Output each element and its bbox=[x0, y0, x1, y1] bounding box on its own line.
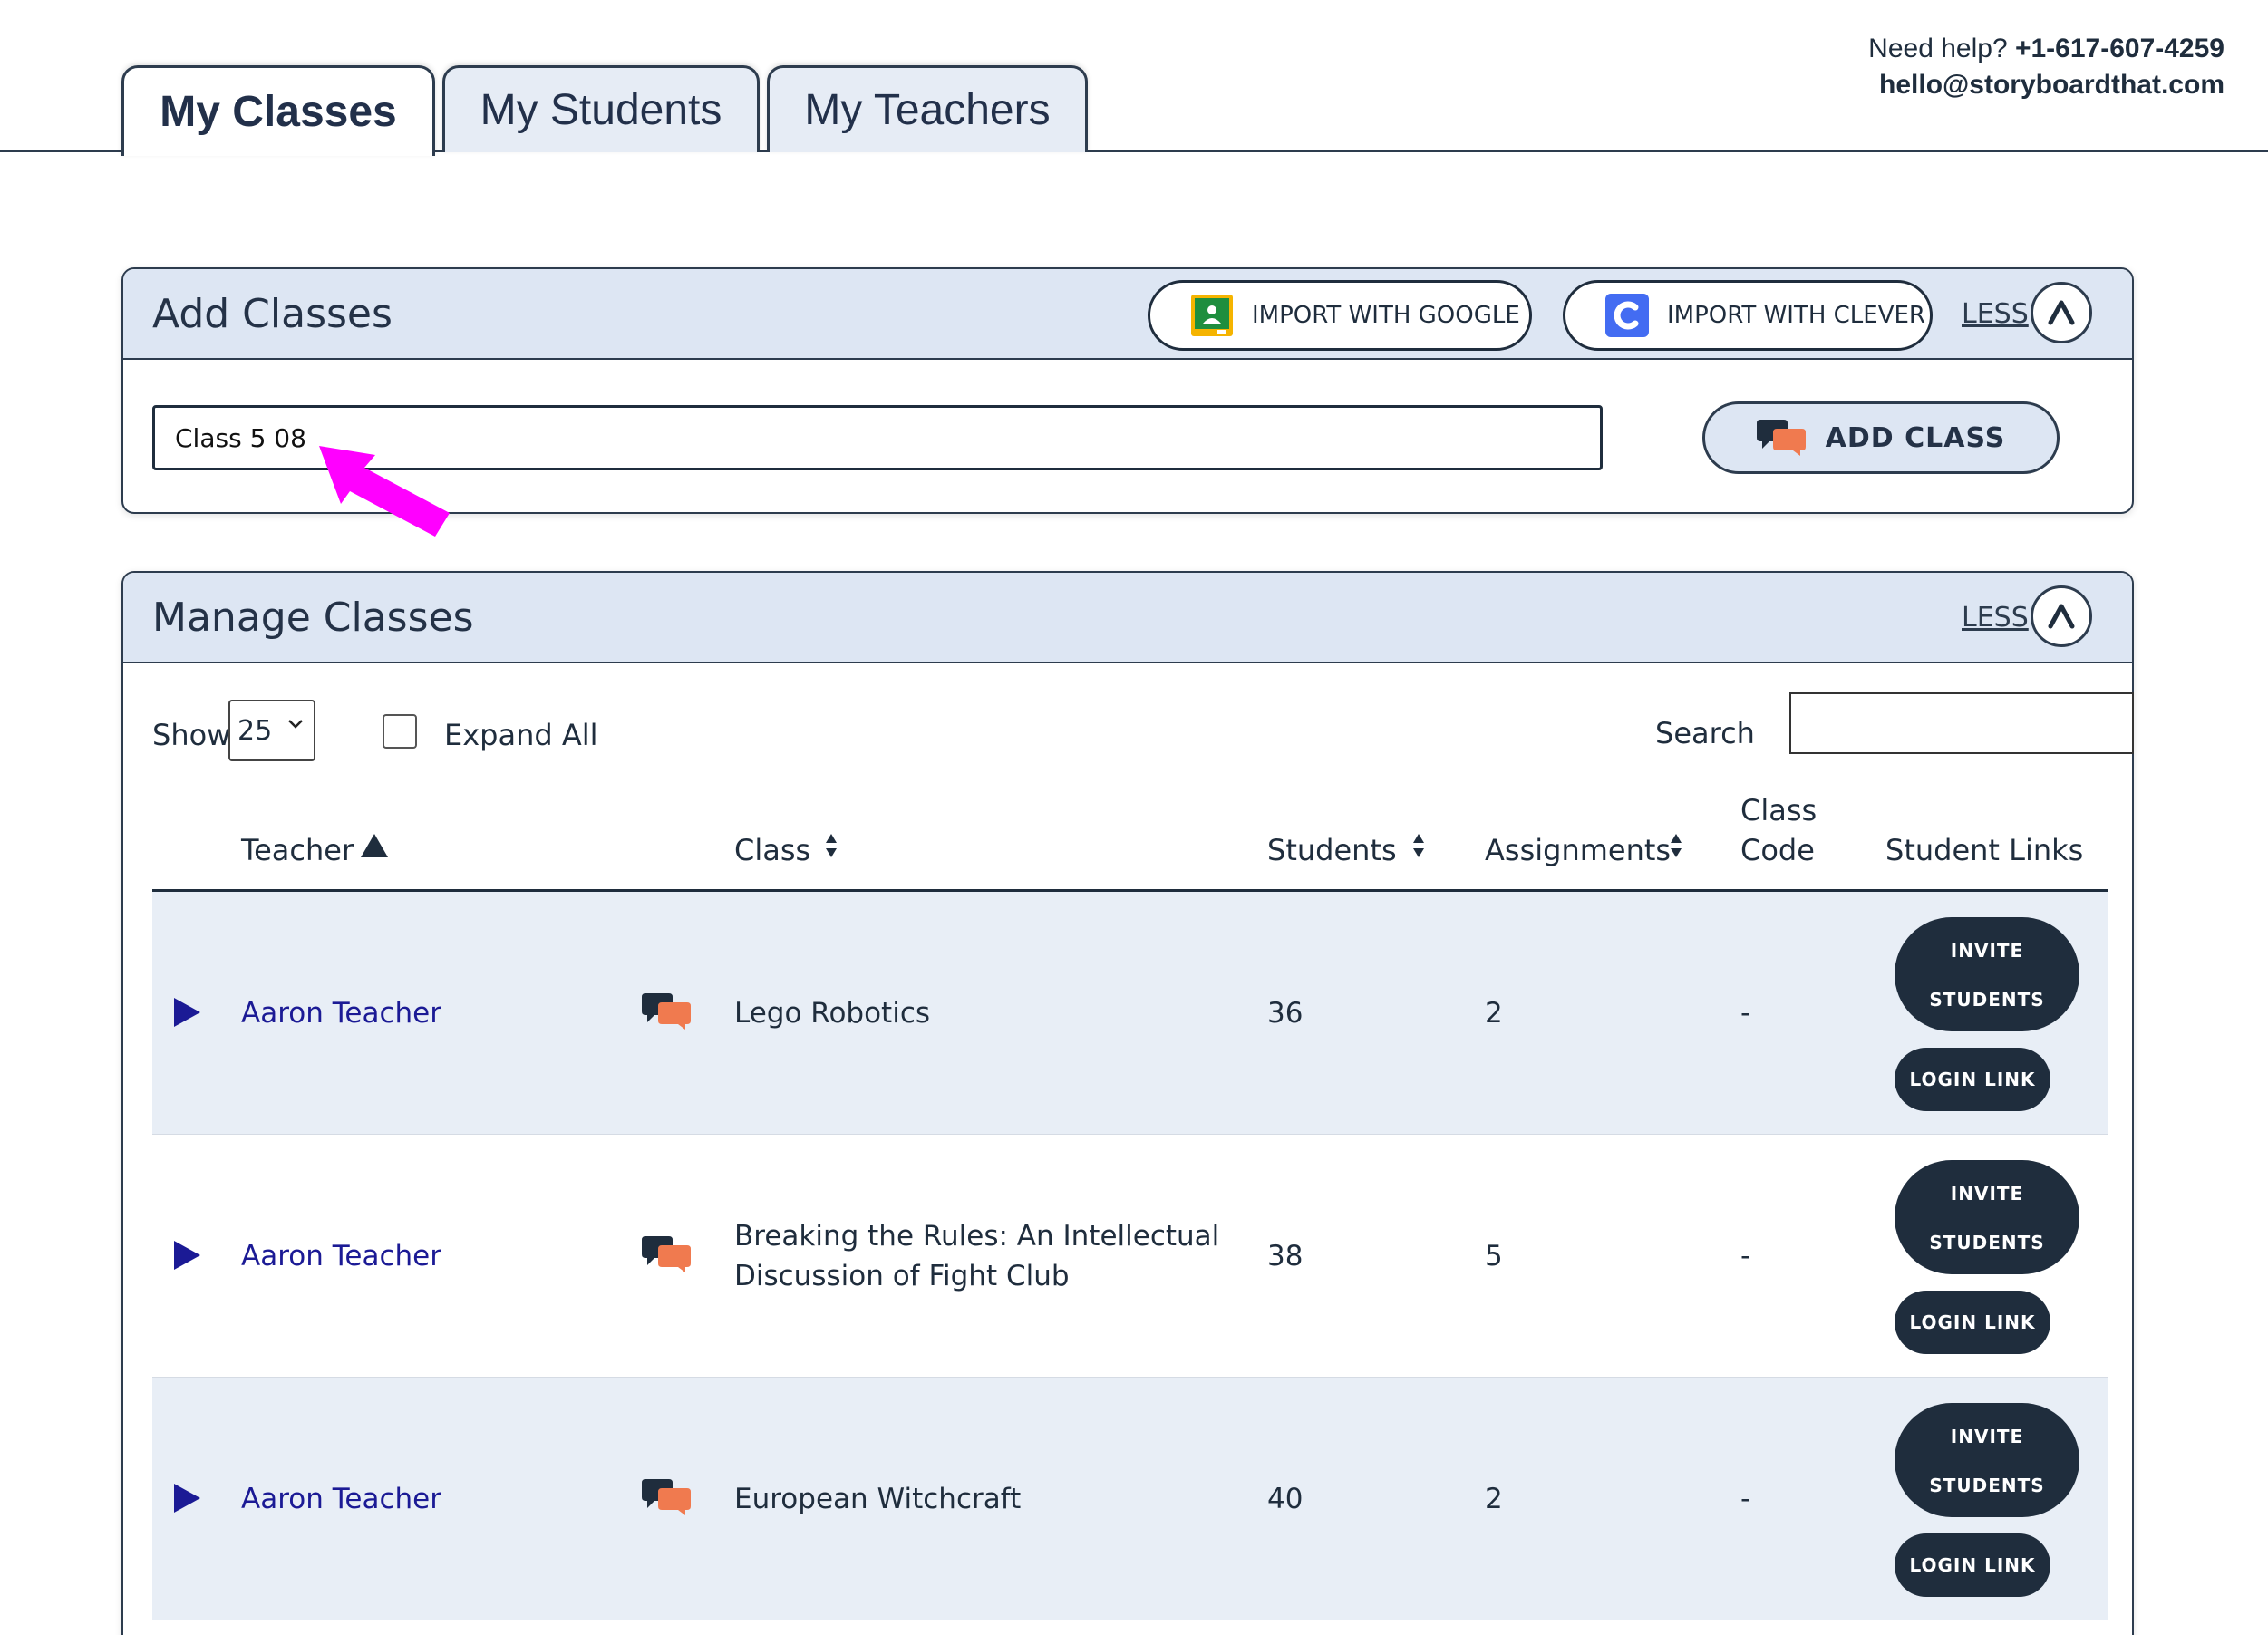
teacher-link[interactable]: Aaron Teacher bbox=[241, 1479, 441, 1519]
class-name: European Witchcraft bbox=[734, 1483, 1022, 1515]
triangle-right-icon[interactable] bbox=[172, 1483, 201, 1514]
import-google-label: IMPORT WITH GOOGLE bbox=[1252, 302, 1520, 329]
column-header-students[interactable]: Students bbox=[1267, 830, 1397, 870]
expand-all-label: Expand All bbox=[444, 718, 598, 752]
search-input[interactable] bbox=[1789, 692, 2134, 754]
table-header: Teacher Class Students Assignments Class… bbox=[152, 772, 2108, 892]
import-google-button[interactable]: IMPORT WITH GOOGLE bbox=[1148, 280, 1532, 351]
manage-classes-panel: Manage Classes LESS Show 25 Expand All S… bbox=[121, 571, 2134, 1635]
chevron-up-icon bbox=[2048, 604, 2075, 629]
class-code: - bbox=[1740, 997, 1751, 1030]
manage-classes-less-link[interactable]: LESS bbox=[1962, 602, 2029, 634]
sort-arrows-icon[interactable] bbox=[1410, 832, 1427, 859]
invite-label-line2: STUDENTS bbox=[1929, 989, 2045, 1011]
pointer-arrow-icon bbox=[319, 446, 450, 537]
chat-bubbles-icon[interactable] bbox=[642, 1234, 693, 1274]
invite-label-line2: STUDENTS bbox=[1929, 1475, 2045, 1496]
class-name: Lego Robotics bbox=[734, 997, 931, 1030]
login-link-button[interactable]: LOGIN LINK bbox=[1895, 1533, 2050, 1597]
teacher-link[interactable]: Aaron Teacher bbox=[241, 1236, 441, 1276]
tab-my-students[interactable]: My Students bbox=[442, 65, 760, 152]
table-controls: Show 25 Expand All Search bbox=[152, 691, 2134, 781]
add-classes-less-link[interactable]: LESS bbox=[1962, 298, 2029, 330]
column-header-student-links: Student Links bbox=[1885, 833, 2084, 867]
assignment-count: 5 bbox=[1485, 1240, 1503, 1272]
help-phone[interactable]: +1-617-607-4259 bbox=[2015, 34, 2224, 63]
student-count: 38 bbox=[1267, 1240, 1304, 1272]
assignment-count: 2 bbox=[1485, 997, 1503, 1030]
google-classroom-icon bbox=[1191, 295, 1233, 336]
search-label: Search bbox=[1655, 716, 1755, 750]
class-name-line1: Breaking the Rules: An Intellectual bbox=[734, 1220, 1220, 1253]
expand-all-checkbox[interactable] bbox=[383, 714, 417, 749]
column-header-class-code-line2: Code bbox=[1740, 833, 1815, 867]
class-name-line2: Discussion of Fight Club bbox=[734, 1260, 1070, 1292]
teacher-link[interactable]: Aaron Teacher bbox=[241, 993, 441, 1033]
login-link-button[interactable]: LOGIN LINK bbox=[1895, 1048, 2050, 1111]
show-entries-select[interactable]: 25 bbox=[228, 700, 315, 761]
invite-label-line1: INVITE bbox=[1950, 1183, 2024, 1204]
class-code: - bbox=[1740, 1483, 1751, 1515]
invite-label-line2: STUDENTS bbox=[1929, 1232, 2045, 1253]
help-contact: Need help? +1-617-607-4259 hello@storybo… bbox=[1868, 31, 2224, 103]
manage-classes-header: Manage Classes LESS bbox=[123, 573, 2132, 663]
sort-arrows-icon[interactable] bbox=[1668, 832, 1684, 859]
import-clever-label: IMPORT WITH CLEVER bbox=[1667, 302, 1925, 329]
manage-classes-collapse-button[interactable] bbox=[2031, 585, 2092, 647]
invite-students-button[interactable]: INVITE STUDENTS bbox=[1895, 917, 2079, 1031]
chat-bubbles-icon[interactable] bbox=[642, 992, 693, 1031]
chevron-down-icon bbox=[288, 720, 303, 729]
tab-my-teachers[interactable]: My Teachers bbox=[767, 65, 1088, 152]
chat-bubbles-icon bbox=[1756, 420, 1806, 456]
column-header-class[interactable]: Class bbox=[734, 830, 810, 870]
login-link-button[interactable]: LOGIN LINK bbox=[1895, 1291, 2050, 1354]
invite-students-button[interactable]: INVITE STUDENTS bbox=[1895, 1403, 2079, 1517]
add-classes-collapse-button[interactable] bbox=[2031, 282, 2092, 343]
tab-my-classes[interactable]: My Classes bbox=[121, 65, 435, 156]
triangle-right-icon[interactable] bbox=[172, 1240, 201, 1271]
add-class-label: ADD CLASS bbox=[1825, 421, 2006, 454]
invite-students-button[interactable]: INVITE STUDENTS bbox=[1895, 1160, 2079, 1274]
add-classes-header: Add Classes IMPORT WITH GOOGLE IMPORT WI… bbox=[123, 269, 2132, 360]
clever-icon bbox=[1605, 294, 1649, 337]
table-row: Aaron Teacher European Witchcraft 40 2 -… bbox=[152, 1378, 2108, 1620]
assignment-count: 2 bbox=[1485, 1483, 1503, 1515]
column-header-class-code-line1: Class bbox=[1740, 793, 1817, 827]
add-class-button[interactable]: ADD CLASS bbox=[1702, 401, 2060, 474]
class-code: - bbox=[1740, 1240, 1751, 1272]
add-classes-title: Add Classes bbox=[152, 291, 393, 337]
table-row: Aaron Teacher Breaking the Rules: An Int… bbox=[152, 1135, 2108, 1378]
column-header-assignments[interactable]: Assignments bbox=[1485, 830, 1671, 870]
sort-ascending-icon[interactable] bbox=[359, 832, 390, 859]
table-row: Aaron Teacher Lego Robotics 36 2 - INVIT… bbox=[152, 892, 2108, 1135]
chat-bubbles-icon[interactable] bbox=[642, 1477, 693, 1517]
import-clever-button[interactable]: IMPORT WITH CLEVER bbox=[1563, 280, 1933, 351]
manage-classes-title: Manage Classes bbox=[152, 595, 474, 641]
sort-arrows-icon[interactable] bbox=[823, 832, 839, 859]
help-email[interactable]: hello@storyboardthat.com bbox=[1868, 67, 2224, 103]
invite-label-line1: INVITE bbox=[1950, 940, 2024, 962]
chevron-up-icon bbox=[2048, 300, 2075, 325]
invite-label-line1: INVITE bbox=[1950, 1426, 2024, 1447]
student-count: 36 bbox=[1267, 997, 1304, 1030]
student-count: 40 bbox=[1267, 1483, 1304, 1515]
show-entries-value: 25 bbox=[237, 714, 273, 747]
triangle-right-icon[interactable] bbox=[172, 997, 201, 1028]
column-header-teacher[interactable]: Teacher bbox=[241, 830, 354, 870]
help-prefix: Need help? bbox=[1868, 34, 2015, 63]
show-label: Show bbox=[152, 718, 231, 752]
